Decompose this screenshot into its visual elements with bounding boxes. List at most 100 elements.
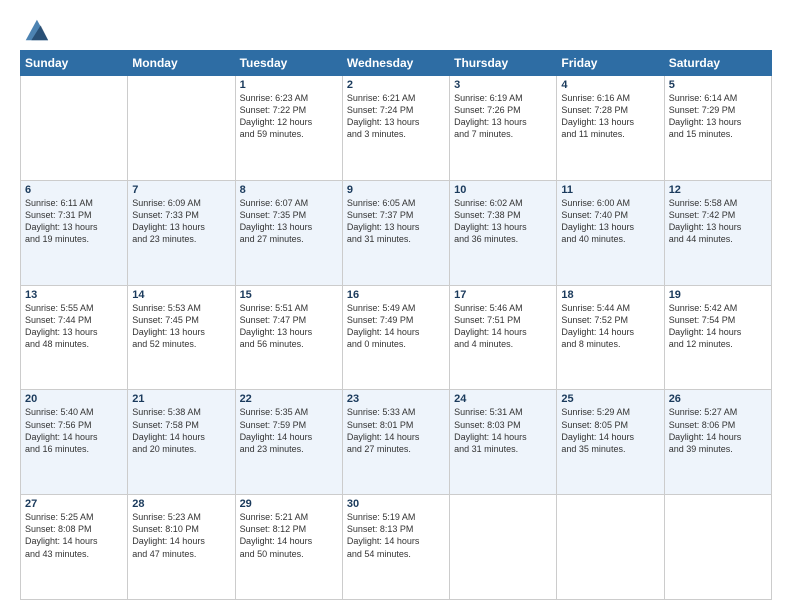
calendar-header-row: SundayMondayTuesdayWednesdayThursdayFrid… — [21, 51, 772, 76]
calendar-cell: 3Sunrise: 6:19 AM Sunset: 7:26 PM Daylig… — [450, 76, 557, 181]
calendar-week-5: 27Sunrise: 5:25 AM Sunset: 8:08 PM Dayli… — [21, 495, 772, 600]
calendar-cell: 8Sunrise: 6:07 AM Sunset: 7:35 PM Daylig… — [235, 180, 342, 285]
calendar-cell: 26Sunrise: 5:27 AM Sunset: 8:06 PM Dayli… — [664, 390, 771, 495]
day-number: 15 — [240, 289, 338, 301]
calendar-cell: 23Sunrise: 5:33 AM Sunset: 8:01 PM Dayli… — [342, 390, 449, 495]
day-info: Sunrise: 6:11 AM Sunset: 7:31 PM Dayligh… — [25, 197, 123, 246]
calendar-cell: 24Sunrise: 5:31 AM Sunset: 8:03 PM Dayli… — [450, 390, 557, 495]
day-number: 14 — [132, 289, 230, 301]
day-info: Sunrise: 5:55 AM Sunset: 7:44 PM Dayligh… — [25, 302, 123, 351]
calendar-cell — [128, 76, 235, 181]
day-number: 20 — [25, 393, 123, 405]
day-number: 7 — [132, 184, 230, 196]
calendar-cell: 17Sunrise: 5:46 AM Sunset: 7:51 PM Dayli… — [450, 285, 557, 390]
day-number: 29 — [240, 498, 338, 510]
calendar-cell: 30Sunrise: 5:19 AM Sunset: 8:13 PM Dayli… — [342, 495, 449, 600]
calendar-cell — [21, 76, 128, 181]
calendar-cell: 1Sunrise: 6:23 AM Sunset: 7:22 PM Daylig… — [235, 76, 342, 181]
day-info: Sunrise: 5:53 AM Sunset: 7:45 PM Dayligh… — [132, 302, 230, 351]
day-number: 8 — [240, 184, 338, 196]
day-number: 22 — [240, 393, 338, 405]
calendar-cell: 29Sunrise: 5:21 AM Sunset: 8:12 PM Dayli… — [235, 495, 342, 600]
day-info: Sunrise: 6:23 AM Sunset: 7:22 PM Dayligh… — [240, 92, 338, 141]
calendar-table: SundayMondayTuesdayWednesdayThursdayFrid… — [20, 50, 772, 600]
calendar-cell: 12Sunrise: 5:58 AM Sunset: 7:42 PM Dayli… — [664, 180, 771, 285]
calendar-cell: 18Sunrise: 5:44 AM Sunset: 7:52 PM Dayli… — [557, 285, 664, 390]
col-header-tuesday: Tuesday — [235, 51, 342, 76]
day-number: 21 — [132, 393, 230, 405]
calendar-cell: 4Sunrise: 6:16 AM Sunset: 7:28 PM Daylig… — [557, 76, 664, 181]
day-number: 27 — [25, 498, 123, 510]
day-info: Sunrise: 5:58 AM Sunset: 7:42 PM Dayligh… — [669, 197, 767, 246]
calendar-cell: 14Sunrise: 5:53 AM Sunset: 7:45 PM Dayli… — [128, 285, 235, 390]
day-number: 23 — [347, 393, 445, 405]
calendar-cell: 2Sunrise: 6:21 AM Sunset: 7:24 PM Daylig… — [342, 76, 449, 181]
day-number: 25 — [561, 393, 659, 405]
calendar-week-4: 20Sunrise: 5:40 AM Sunset: 7:56 PM Dayli… — [21, 390, 772, 495]
day-info: Sunrise: 5:33 AM Sunset: 8:01 PM Dayligh… — [347, 406, 445, 455]
day-info: Sunrise: 6:19 AM Sunset: 7:26 PM Dayligh… — [454, 92, 552, 141]
day-number: 26 — [669, 393, 767, 405]
day-number: 3 — [454, 79, 552, 91]
calendar-week-1: 1Sunrise: 6:23 AM Sunset: 7:22 PM Daylig… — [21, 76, 772, 181]
day-info: Sunrise: 5:21 AM Sunset: 8:12 PM Dayligh… — [240, 511, 338, 560]
day-info: Sunrise: 5:46 AM Sunset: 7:51 PM Dayligh… — [454, 302, 552, 351]
day-info: Sunrise: 5:51 AM Sunset: 7:47 PM Dayligh… — [240, 302, 338, 351]
calendar-cell: 25Sunrise: 5:29 AM Sunset: 8:05 PM Dayli… — [557, 390, 664, 495]
day-info: Sunrise: 5:25 AM Sunset: 8:08 PM Dayligh… — [25, 511, 123, 560]
day-info: Sunrise: 5:31 AM Sunset: 8:03 PM Dayligh… — [454, 406, 552, 455]
calendar-cell: 27Sunrise: 5:25 AM Sunset: 8:08 PM Dayli… — [21, 495, 128, 600]
day-info: Sunrise: 5:38 AM Sunset: 7:58 PM Dayligh… — [132, 406, 230, 455]
calendar-week-3: 13Sunrise: 5:55 AM Sunset: 7:44 PM Dayli… — [21, 285, 772, 390]
day-number: 19 — [669, 289, 767, 301]
day-number: 10 — [454, 184, 552, 196]
day-info: Sunrise: 5:44 AM Sunset: 7:52 PM Dayligh… — [561, 302, 659, 351]
day-info: Sunrise: 5:40 AM Sunset: 7:56 PM Dayligh… — [25, 406, 123, 455]
day-info: Sunrise: 6:09 AM Sunset: 7:33 PM Dayligh… — [132, 197, 230, 246]
day-number: 1 — [240, 79, 338, 91]
day-info: Sunrise: 6:21 AM Sunset: 7:24 PM Dayligh… — [347, 92, 445, 141]
day-info: Sunrise: 5:29 AM Sunset: 8:05 PM Dayligh… — [561, 406, 659, 455]
col-header-saturday: Saturday — [664, 51, 771, 76]
col-header-monday: Monday — [128, 51, 235, 76]
calendar-cell: 28Sunrise: 5:23 AM Sunset: 8:10 PM Dayli… — [128, 495, 235, 600]
col-header-friday: Friday — [557, 51, 664, 76]
day-info: Sunrise: 5:23 AM Sunset: 8:10 PM Dayligh… — [132, 511, 230, 560]
day-info: Sunrise: 5:27 AM Sunset: 8:06 PM Dayligh… — [669, 406, 767, 455]
day-number: 12 — [669, 184, 767, 196]
day-info: Sunrise: 5:35 AM Sunset: 7:59 PM Dayligh… — [240, 406, 338, 455]
day-info: Sunrise: 6:16 AM Sunset: 7:28 PM Dayligh… — [561, 92, 659, 141]
day-info: Sunrise: 5:49 AM Sunset: 7:49 PM Dayligh… — [347, 302, 445, 351]
calendar-cell: 5Sunrise: 6:14 AM Sunset: 7:29 PM Daylig… — [664, 76, 771, 181]
day-number: 4 — [561, 79, 659, 91]
day-info: Sunrise: 5:42 AM Sunset: 7:54 PM Dayligh… — [669, 302, 767, 351]
calendar-cell: 11Sunrise: 6:00 AM Sunset: 7:40 PM Dayli… — [557, 180, 664, 285]
col-header-thursday: Thursday — [450, 51, 557, 76]
calendar-cell — [664, 495, 771, 600]
day-number: 24 — [454, 393, 552, 405]
day-info: Sunrise: 5:19 AM Sunset: 8:13 PM Dayligh… — [347, 511, 445, 560]
day-number: 5 — [669, 79, 767, 91]
calendar-week-2: 6Sunrise: 6:11 AM Sunset: 7:31 PM Daylig… — [21, 180, 772, 285]
calendar-cell — [557, 495, 664, 600]
calendar-cell: 22Sunrise: 5:35 AM Sunset: 7:59 PM Dayli… — [235, 390, 342, 495]
logo — [20, 16, 50, 40]
page: SundayMondayTuesdayWednesdayThursdayFrid… — [0, 0, 792, 612]
calendar-cell: 19Sunrise: 5:42 AM Sunset: 7:54 PM Dayli… — [664, 285, 771, 390]
calendar-cell: 9Sunrise: 6:05 AM Sunset: 7:37 PM Daylig… — [342, 180, 449, 285]
calendar-cell: 6Sunrise: 6:11 AM Sunset: 7:31 PM Daylig… — [21, 180, 128, 285]
day-number: 30 — [347, 498, 445, 510]
logo-icon — [22, 16, 50, 44]
day-number: 28 — [132, 498, 230, 510]
day-number: 9 — [347, 184, 445, 196]
day-number: 13 — [25, 289, 123, 301]
header — [20, 16, 772, 40]
calendar-cell: 20Sunrise: 5:40 AM Sunset: 7:56 PM Dayli… — [21, 390, 128, 495]
day-number: 11 — [561, 184, 659, 196]
day-number: 6 — [25, 184, 123, 196]
calendar-cell: 7Sunrise: 6:09 AM Sunset: 7:33 PM Daylig… — [128, 180, 235, 285]
col-header-sunday: Sunday — [21, 51, 128, 76]
day-number: 17 — [454, 289, 552, 301]
day-info: Sunrise: 6:00 AM Sunset: 7:40 PM Dayligh… — [561, 197, 659, 246]
col-header-wednesday: Wednesday — [342, 51, 449, 76]
